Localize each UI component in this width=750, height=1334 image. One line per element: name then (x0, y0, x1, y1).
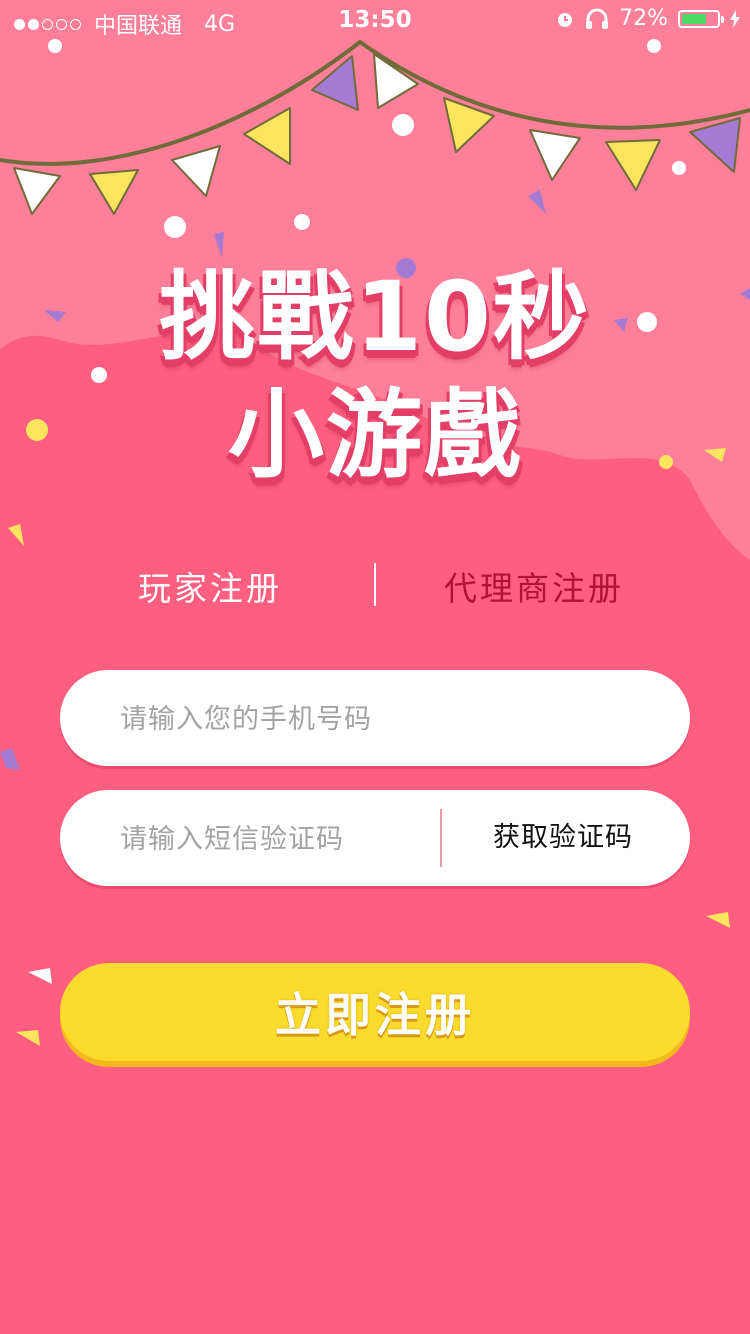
phone-field-container (60, 670, 690, 768)
title-line-1: 挑戰10秒 (159, 261, 591, 373)
tab-agent-register[interactable]: 代理商注册 (444, 562, 624, 610)
battery-icon (678, 9, 724, 28)
status-icons: 72% (555, 6, 740, 31)
battery-percent: 72% (619, 6, 668, 31)
alarm-icon (558, 12, 573, 27)
register-button-label: 立即注册 (275, 988, 475, 1042)
status-bar: 中国联通 4G 13:50 72% (0, 0, 750, 40)
tab-divider (374, 563, 376, 606)
code-divider (440, 809, 442, 867)
tab-player-register[interactable]: 玩家注册 (138, 562, 282, 610)
title-line-2: 小游戲 (228, 379, 522, 491)
code-field-container: 获取验证码 (60, 790, 690, 888)
sms-code-input[interactable] (118, 790, 422, 888)
battery-level (682, 13, 706, 24)
get-code-button[interactable]: 获取验证码 (493, 790, 633, 886)
phone-input[interactable] (118, 670, 662, 768)
register-button[interactable]: 立即注册 (60, 963, 690, 1061)
charging-bolt-icon (730, 9, 740, 28)
headphones-icon (586, 8, 609, 29)
